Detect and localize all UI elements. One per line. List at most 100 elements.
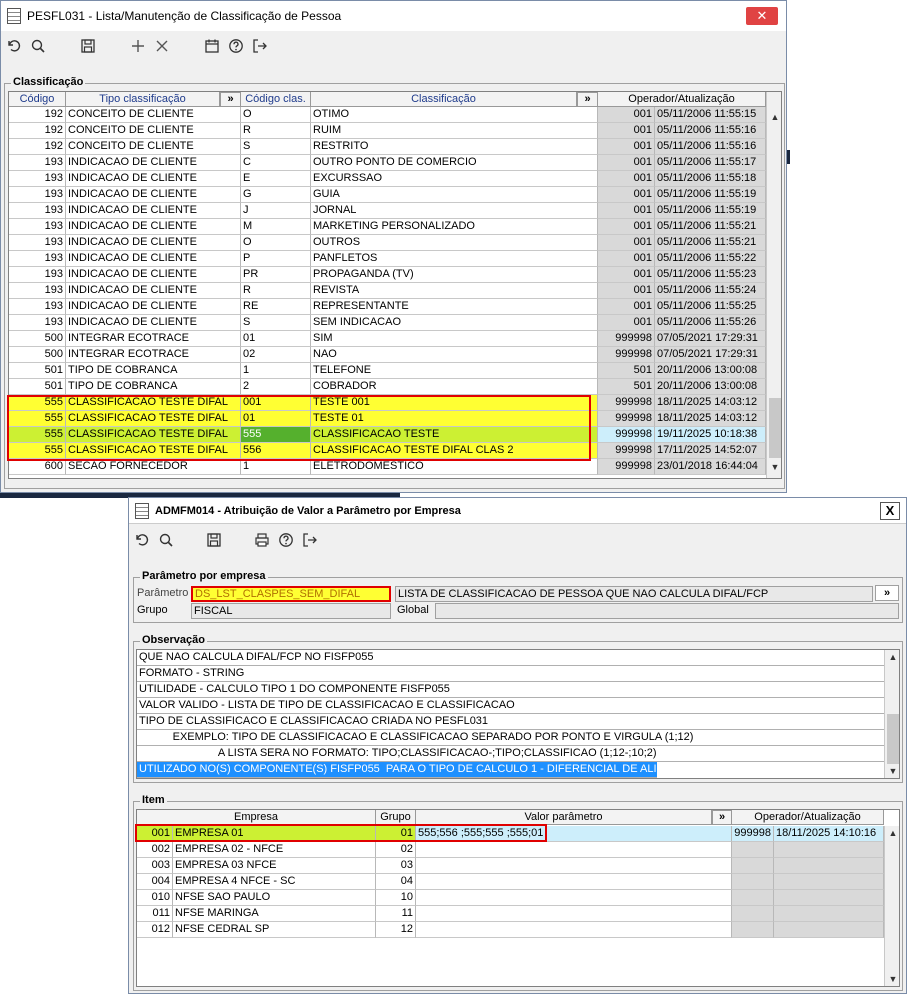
atualizacao-cell[interactable] [774,858,884,874]
grupo-cell[interactable]: 12 [376,922,416,938]
codigo-cell[interactable]: 193 [9,219,66,235]
classificacao-cell[interactable]: RUIM [311,123,598,139]
table-row[interactable]: 555 CLASSIFICACAO TESTE DIFAL 556 CLASSIFIC… [9,443,766,459]
valor-parametro-cell[interactable] [416,922,732,938]
classificacao-cell[interactable]: TESTE 01 [311,411,598,427]
col-header-classificacao[interactable]: Classificação [311,92,577,107]
classificacao-cell[interactable]: TELEFONE [311,363,598,379]
print-icon[interactable] [250,529,274,551]
empresa-code-cell[interactable]: 002 [137,842,173,858]
operador-cell[interactable]: 001 [598,107,655,123]
valor-parametro-cell[interactable] [416,874,732,890]
search-icon[interactable] [154,529,178,551]
valor-parametro-cell[interactable] [416,906,732,922]
atualizacao-cell[interactable] [774,906,884,922]
classificacao-cell[interactable]: REPRESENTANTE [311,299,598,315]
operador-cell[interactable]: 001 [598,187,655,203]
operador-cell[interactable]: 001 [598,283,655,299]
grupo-cell[interactable]: 02 [376,842,416,858]
tipo-cell[interactable]: CLASSIFICACAO TESTE DIFAL [66,427,241,443]
help-icon[interactable] [224,35,248,57]
classificacao-cell[interactable]: JORNAL [311,203,598,219]
codclas-cell[interactable]: O [241,235,311,251]
grupo-cell[interactable]: 11 [376,906,416,922]
table-row[interactable]: 001 EMPRESA 01 01 555;556 ;555;555 ;555;01 9… [137,826,884,842]
codigo-cell[interactable]: 500 [9,331,66,347]
add-icon[interactable] [126,35,150,57]
table-row[interactable]: 193 INDICACAO DE CLIENTE S SEM INDICACAO 001… [9,315,766,331]
codigo-cell[interactable]: 193 [9,187,66,203]
search-icon[interactable] [26,35,50,57]
table-row[interactable]: 500 INTEGRAR ECOTRACE 02 NAO 999998 07/05/202… [9,347,766,363]
observacao-textarea[interactable]: QUE NAO CALCULA DIFAL/FCP NO FISFP055 FOR… [136,649,900,779]
codclas-cell[interactable]: 001 [241,395,311,411]
observacao-line[interactable]: QUE NAO CALCULA DIFAL/FCP NO FISFP055 [137,650,885,666]
atualizacao-cell[interactable]: 05/11/2006 11:55:17 [655,155,766,171]
codigo-cell[interactable]: 193 [9,315,66,331]
atualizacao-cell[interactable]: 19/11/2025 10:18:38 [655,427,766,443]
table-row[interactable]: 193 INDICACAO DE CLIENTE C OUTRO PONTO DE C… [9,155,766,171]
classificacao-cell[interactable]: EXCURSSAO [311,171,598,187]
table-row[interactable]: 193 INDICACAO DE CLIENTE PR PROPAGANDA (TV)… [9,267,766,283]
classificacao-cell[interactable]: OTIMO [311,107,598,123]
tipo-cell[interactable]: CLASSIFICACAO TESTE DIFAL [66,443,241,459]
operador-cell[interactable]: 501 [598,363,655,379]
table-row[interactable]: 192 CONCEITO DE CLIENTE O OTIMO 001 05/11/200… [9,107,766,123]
tipo-cell[interactable]: INDICACAO DE CLIENTE [66,155,241,171]
atualizacao-cell[interactable]: 05/11/2006 11:55:18 [655,171,766,187]
operador-cell[interactable]: 001 [598,171,655,187]
empresa-code-cell[interactable]: 010 [137,890,173,906]
atualizacao-cell[interactable]: 05/11/2006 11:55:15 [655,107,766,123]
operador-cell[interactable]: 999998 [598,411,655,427]
observacao-line[interactable]: VALOR VALIDO - LISTA DE TIPO DE CLASSIFI… [137,698,885,714]
table-row[interactable]: 193 INDICACAO DE CLIENTE J JORNAL 001 05/11/2… [9,203,766,219]
valor-parametro-cell[interactable]: 555;556 ;555;555 ;555;01 [416,826,732,842]
tipo-cell[interactable]: INDICACAO DE CLIENTE [66,299,241,315]
expand-valor-button[interactable]: » [712,810,732,825]
parametro-expand-button[interactable]: » [875,585,899,601]
codigo-cell[interactable]: 192 [9,107,66,123]
classificacao-cell[interactable]: PANFLETOS [311,251,598,267]
vertical-scrollbar[interactable]: ▲ ▼ [766,92,781,478]
undo-icon[interactable] [2,35,26,57]
col-header-grupo[interactable]: Grupo [376,810,416,825]
scroll-up-icon[interactable]: ▲ [885,826,899,840]
tipo-cell[interactable]: INDICACAO DE CLIENTE [66,235,241,251]
atualizacao-cell[interactable] [774,890,884,906]
atualizacao-cell[interactable]: 07/05/2021 17:29:31 [655,331,766,347]
atualizacao-cell[interactable]: 05/11/2006 11:55:19 [655,203,766,219]
operador-cell[interactable]: 999998 [598,427,655,443]
valor-parametro-cell[interactable] [416,890,732,906]
codclas-cell[interactable]: P [241,251,311,267]
item-scrollbar[interactable]: ▲ ▼ [884,826,899,986]
tipo-cell[interactable]: INDICACAO DE CLIENTE [66,315,241,331]
table-row[interactable]: 600 SECAO FORNECEDOR 1 ELETRODOMESTICO 99999… [9,459,766,475]
atualizacao-cell[interactable]: 17/11/2025 14:52:07 [655,443,766,459]
empresa-name-cell[interactable]: EMPRESA 4 NFCE - SC [173,874,376,890]
col-header-operador[interactable]: Operador/Atualização [732,810,884,825]
col-header-tipo[interactable]: Tipo classificação [66,92,220,107]
codclas-cell[interactable]: RE [241,299,311,315]
atualizacao-cell[interactable]: 05/11/2006 11:55:21 [655,235,766,251]
codclas-cell[interactable]: PR [241,267,311,283]
table-row[interactable]: 555 CLASSIFICACAO TESTE DIFAL 001 TESTE 001… [9,395,766,411]
item-grid[interactable]: Empresa Grupo Valor parâmetro » Operador… [136,809,900,987]
codclas-cell[interactable]: 556 [241,443,311,459]
classificacao-cell[interactable]: OUTRO PONTO DE COMERCIO [311,155,598,171]
codclas-cell[interactable]: C [241,155,311,171]
empresa-name-cell[interactable]: EMPRESA 03 NFCE [173,858,376,874]
undo-icon[interactable] [130,529,154,551]
codclas-cell[interactable]: G [241,187,311,203]
help-icon[interactable] [274,529,298,551]
empresa-name-cell[interactable]: EMPRESA 01 [173,826,376,842]
codclas-cell[interactable]: E [241,171,311,187]
parametro-field[interactable]: DS_LST_CLASPES_SEM_DIFAL [191,586,391,602]
operador-cell[interactable]: 001 [598,235,655,251]
codclas-cell[interactable]: 1 [241,459,311,475]
classificacao-cell[interactable]: OUTROS [311,235,598,251]
col-header-codclas[interactable]: Código clas. [241,92,311,107]
table-row[interactable]: 003 EMPRESA 03 NFCE 03 [137,858,884,874]
expand-classificacao-button[interactable]: » [577,92,598,107]
atualizacao-cell[interactable]: 05/11/2006 11:55:22 [655,251,766,267]
table-row[interactable]: 193 INDICACAO DE CLIENTE RE REPRESENTANTE 00… [9,299,766,315]
